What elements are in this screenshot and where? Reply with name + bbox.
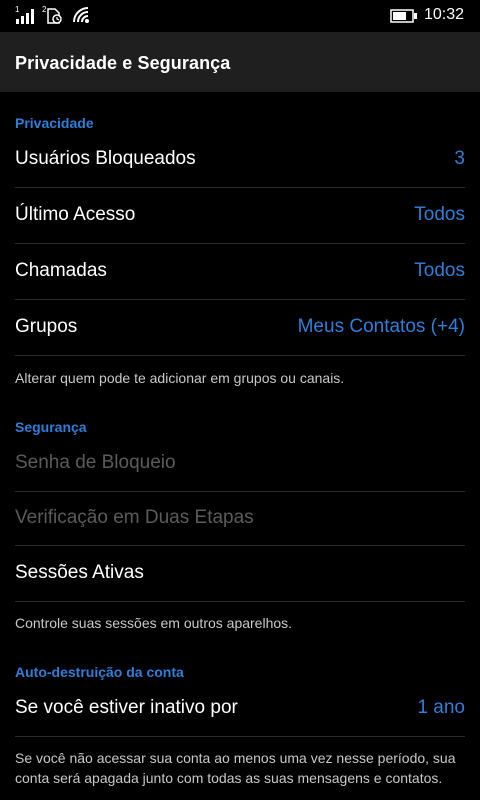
active-sessions-row[interactable]: Sessões Ativas [15, 546, 465, 602]
two-step-verification-label: Verificação em Duas Etapas [15, 507, 254, 528]
last-seen-row[interactable]: Último Acesso Todos [15, 188, 465, 244]
calls-value: Todos [414, 260, 465, 281]
section-header-self-destruct: Auto-destruição da conta [15, 664, 184, 680]
blocked-users-row[interactable]: Usuários Bloqueados 3 [15, 132, 465, 188]
wifi-icon [72, 6, 92, 29]
groups-value: Meus Contatos (+4) [297, 316, 465, 337]
inactive-period-label: Se você estiver inativo por [15, 697, 238, 718]
app-header: Privacidade e Segurança [0, 32, 480, 92]
battery-icon [390, 9, 418, 28]
section-header-privacy: Privacidade [15, 115, 94, 131]
groups-row[interactable]: Grupos Meus Contatos (+4) [15, 300, 465, 356]
signal-bars-icon: 1 [15, 5, 37, 30]
self-destruct-note: Se você não acessar sua conta ao menos u… [15, 750, 456, 786]
svg-text:2: 2 [42, 5, 47, 14]
blocked-users-count: 3 [454, 148, 465, 169]
sessions-note: Controle suas sessões em outros aparelho… [15, 615, 293, 631]
lock-password-label: Senha de Bloqueio [15, 452, 176, 473]
status-bar: 1 2 10:32 [0, 0, 480, 32]
svg-text:1: 1 [15, 5, 20, 14]
divider [15, 355, 465, 356]
active-sessions-label: Sessões Ativas [15, 562, 144, 583]
divider [15, 601, 465, 602]
section-header-security: Segurança [15, 419, 87, 435]
calls-row[interactable]: Chamadas Todos [15, 244, 465, 300]
settings-list: Privacidade Usuários Bloqueados 3 Último… [0, 92, 480, 800]
last-seen-label: Último Acesso [15, 204, 136, 225]
status-time: 10:32 [423, 6, 464, 23]
inactive-period-row[interactable]: Se você estiver inativo por 1 ano [15, 681, 465, 737]
lock-password-row[interactable]: Senha de Bloqueio [15, 436, 465, 492]
blocked-users-label: Usuários Bloqueados [15, 148, 196, 169]
page-title: Privacidade e Segurança [15, 53, 231, 73]
calls-label: Chamadas [15, 260, 107, 281]
last-seen-value: Todos [414, 204, 465, 225]
groups-note: Alterar quem pode te adicionar em grupos… [15, 370, 345, 386]
two-step-verification-row[interactable]: Verificação em Duas Etapas [15, 491, 465, 547]
groups-label: Grupos [15, 316, 78, 337]
divider [15, 736, 465, 737]
inactive-period-value: 1 ano [417, 697, 465, 718]
sim-icon: 2 [42, 5, 64, 30]
